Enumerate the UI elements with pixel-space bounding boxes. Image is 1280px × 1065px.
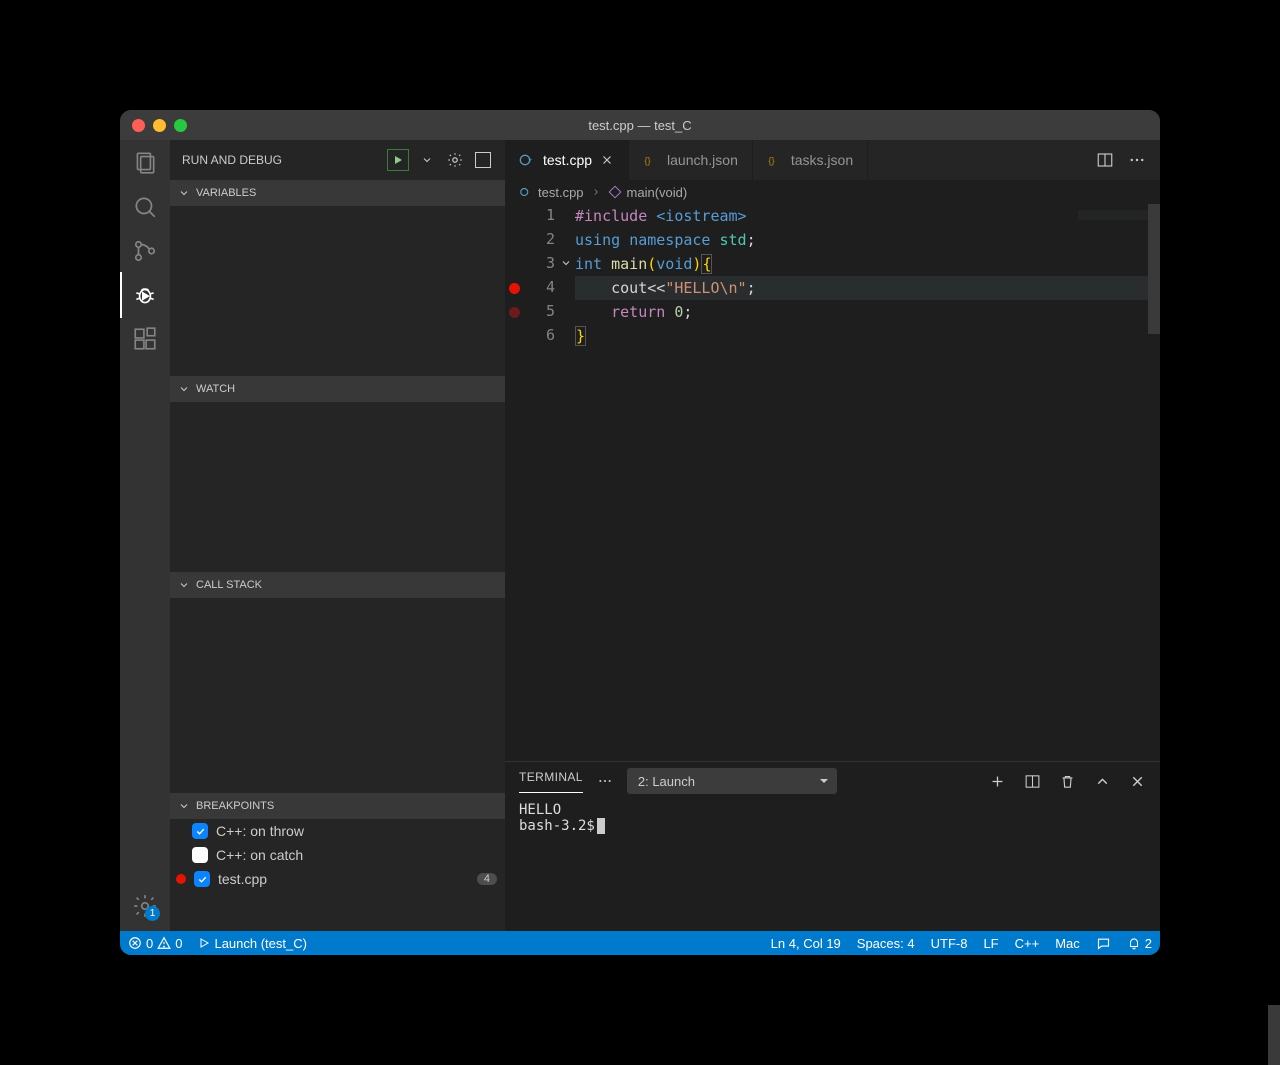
debug-sidebar: RUN AND DEBUG VARIABLES WATCH (170, 140, 505, 931)
terminal-panel: TERMINAL 2: Launch (505, 761, 1160, 931)
breadcrumb-file: test.cpp (538, 185, 584, 200)
breakpoint-line-badge: 4 (477, 873, 497, 885)
tab-label: launch.json (667, 152, 738, 168)
split-editor-icon[interactable] (1096, 151, 1114, 169)
close-tab-icon[interactable] (600, 153, 614, 167)
svg-text:{}: {} (768, 155, 774, 165)
chevron-right-icon (591, 187, 601, 197)
status-cursor-position[interactable]: Ln 4, Col 19 (763, 931, 849, 955)
breakpoint-row[interactable]: test.cpp 4 (170, 867, 505, 891)
cpp-file-icon: + (519, 152, 535, 168)
svg-text:+: + (528, 157, 532, 164)
close-panel-icon[interactable] (1129, 773, 1146, 790)
explorer-icon[interactable] (132, 150, 158, 176)
status-indentation[interactable]: Spaces: 4 (849, 931, 923, 955)
status-launch[interactable]: Launch (test_C) (190, 931, 315, 955)
terminal-tab[interactable]: TERMINAL (519, 770, 583, 793)
tab-bar: + test.cpp {} launch.json {} tasks.json (505, 140, 1160, 180)
minimap[interactable] (1078, 210, 1148, 250)
breakpoint-row[interactable]: C++: on catch (170, 843, 505, 867)
status-errors[interactable]: 0 0 (120, 931, 190, 955)
tab-label: tasks.json (791, 152, 853, 168)
kill-terminal-icon[interactable] (1059, 773, 1076, 790)
debug-toolbar: RUN AND DEBUG (170, 140, 505, 180)
variables-panel (170, 206, 505, 376)
status-language[interactable]: C++ (1007, 931, 1048, 955)
search-icon[interactable] (132, 194, 158, 220)
manage-gear-icon[interactable]: 1 (132, 893, 158, 919)
window-title: test.cpp — test_C (120, 118, 1160, 133)
extensions-icon[interactable] (132, 326, 158, 352)
callstack-section-header[interactable]: CALL STACK (170, 572, 505, 598)
variables-section-header[interactable]: VARIABLES (170, 180, 505, 206)
status-bar: 0 0 Launch (test_C) Ln 4, Col 19 Spaces:… (120, 931, 1160, 955)
breakpoint-label: test.cpp (218, 871, 267, 887)
run-debug-icon[interactable] (132, 282, 158, 308)
gear-icon[interactable] (445, 150, 465, 170)
manage-badge: 1 (145, 906, 160, 921)
watch-panel (170, 402, 505, 572)
json-file-icon: {} (643, 152, 659, 168)
terminal-header: TERMINAL 2: Launch (505, 762, 1160, 800)
terminal-output[interactable]: HELLO bash-3.2$ (505, 800, 1160, 931)
activity-bar: 1 (120, 140, 170, 931)
vscode-window: test.cpp — test_C 1 (120, 110, 1160, 955)
breakpoints-label: BREAKPOINTS (196, 800, 274, 812)
start-debugging-button[interactable] (387, 149, 409, 171)
maximize-panel-icon[interactable] (1094, 773, 1111, 790)
tab-launch-json[interactable]: {} launch.json (629, 140, 753, 180)
terminal-select-value: 2: Launch (638, 774, 695, 789)
svg-text:{}: {} (644, 155, 650, 165)
breadcrumb-symbol: main(void) (627, 185, 688, 200)
new-terminal-icon[interactable] (989, 773, 1006, 790)
checkbox-icon[interactable] (192, 823, 208, 839)
breakpoint-label: C++: on catch (216, 847, 303, 863)
editor-lines: #include <iostream> using namespace std;… (505, 204, 1160, 348)
source-control-icon[interactable] (132, 238, 158, 264)
tab-tasks-json[interactable]: {} tasks.json (753, 140, 868, 180)
tab-test-cpp[interactable]: + test.cpp (505, 140, 629, 180)
terminal-line: HELLO (519, 802, 1146, 818)
breakpoints-panel: C++: on throw C++: on catch test.cpp 4 (170, 819, 505, 891)
checkbox-icon[interactable] (194, 871, 210, 887)
split-terminal-icon[interactable] (1024, 773, 1041, 790)
editor-actions (1082, 140, 1160, 180)
panel-more-icon[interactable] (597, 773, 613, 789)
breakpoints-section-header[interactable]: BREAKPOINTS (170, 793, 505, 819)
callstack-panel (170, 598, 505, 793)
status-encoding[interactable]: UTF-8 (923, 931, 976, 955)
terminal-select[interactable]: 2: Launch (627, 768, 837, 794)
watch-section-header[interactable]: WATCH (170, 376, 505, 402)
variables-label: VARIABLES (196, 187, 256, 199)
editor-group: + test.cpp {} launch.json {} tasks.json (505, 140, 1160, 931)
breakpoint-label: C++: on throw (216, 823, 304, 839)
terminal-cursor (597, 818, 605, 834)
status-eol[interactable]: LF (975, 931, 1006, 955)
tab-label: test.cpp (543, 152, 592, 168)
terminal-actions (989, 773, 1146, 790)
code-editor[interactable]: 1 2 3 4 5 6 #include <iostream> using na… (505, 204, 1160, 761)
status-feedback-icon[interactable] (1088, 931, 1119, 955)
status-notifications[interactable]: 2 (1119, 931, 1160, 955)
breakpoint-dot-icon (176, 874, 186, 884)
json-file-icon: {} (767, 152, 783, 168)
debug-title: RUN AND DEBUG (182, 153, 379, 167)
breakpoint-row[interactable]: C++: on throw (170, 819, 505, 843)
terminal-prompt: bash-3.2$ (519, 818, 595, 834)
more-actions-icon[interactable] (1128, 151, 1146, 169)
debug-config-dropdown[interactable] (417, 150, 437, 170)
symbol-method-icon (608, 185, 622, 199)
cpp-file-icon (519, 185, 533, 199)
checkbox-icon[interactable] (192, 847, 208, 863)
watch-label: WATCH (196, 383, 235, 395)
callstack-label: CALL STACK (196, 579, 262, 591)
scrollbar-thumb[interactable] (1148, 204, 1160, 334)
breadcrumb[interactable]: test.cpp main(void) (505, 180, 1160, 204)
status-os[interactable]: Mac (1047, 931, 1088, 955)
titlebar: test.cpp — test_C (120, 110, 1160, 140)
debug-console-icon[interactable] (473, 150, 493, 170)
